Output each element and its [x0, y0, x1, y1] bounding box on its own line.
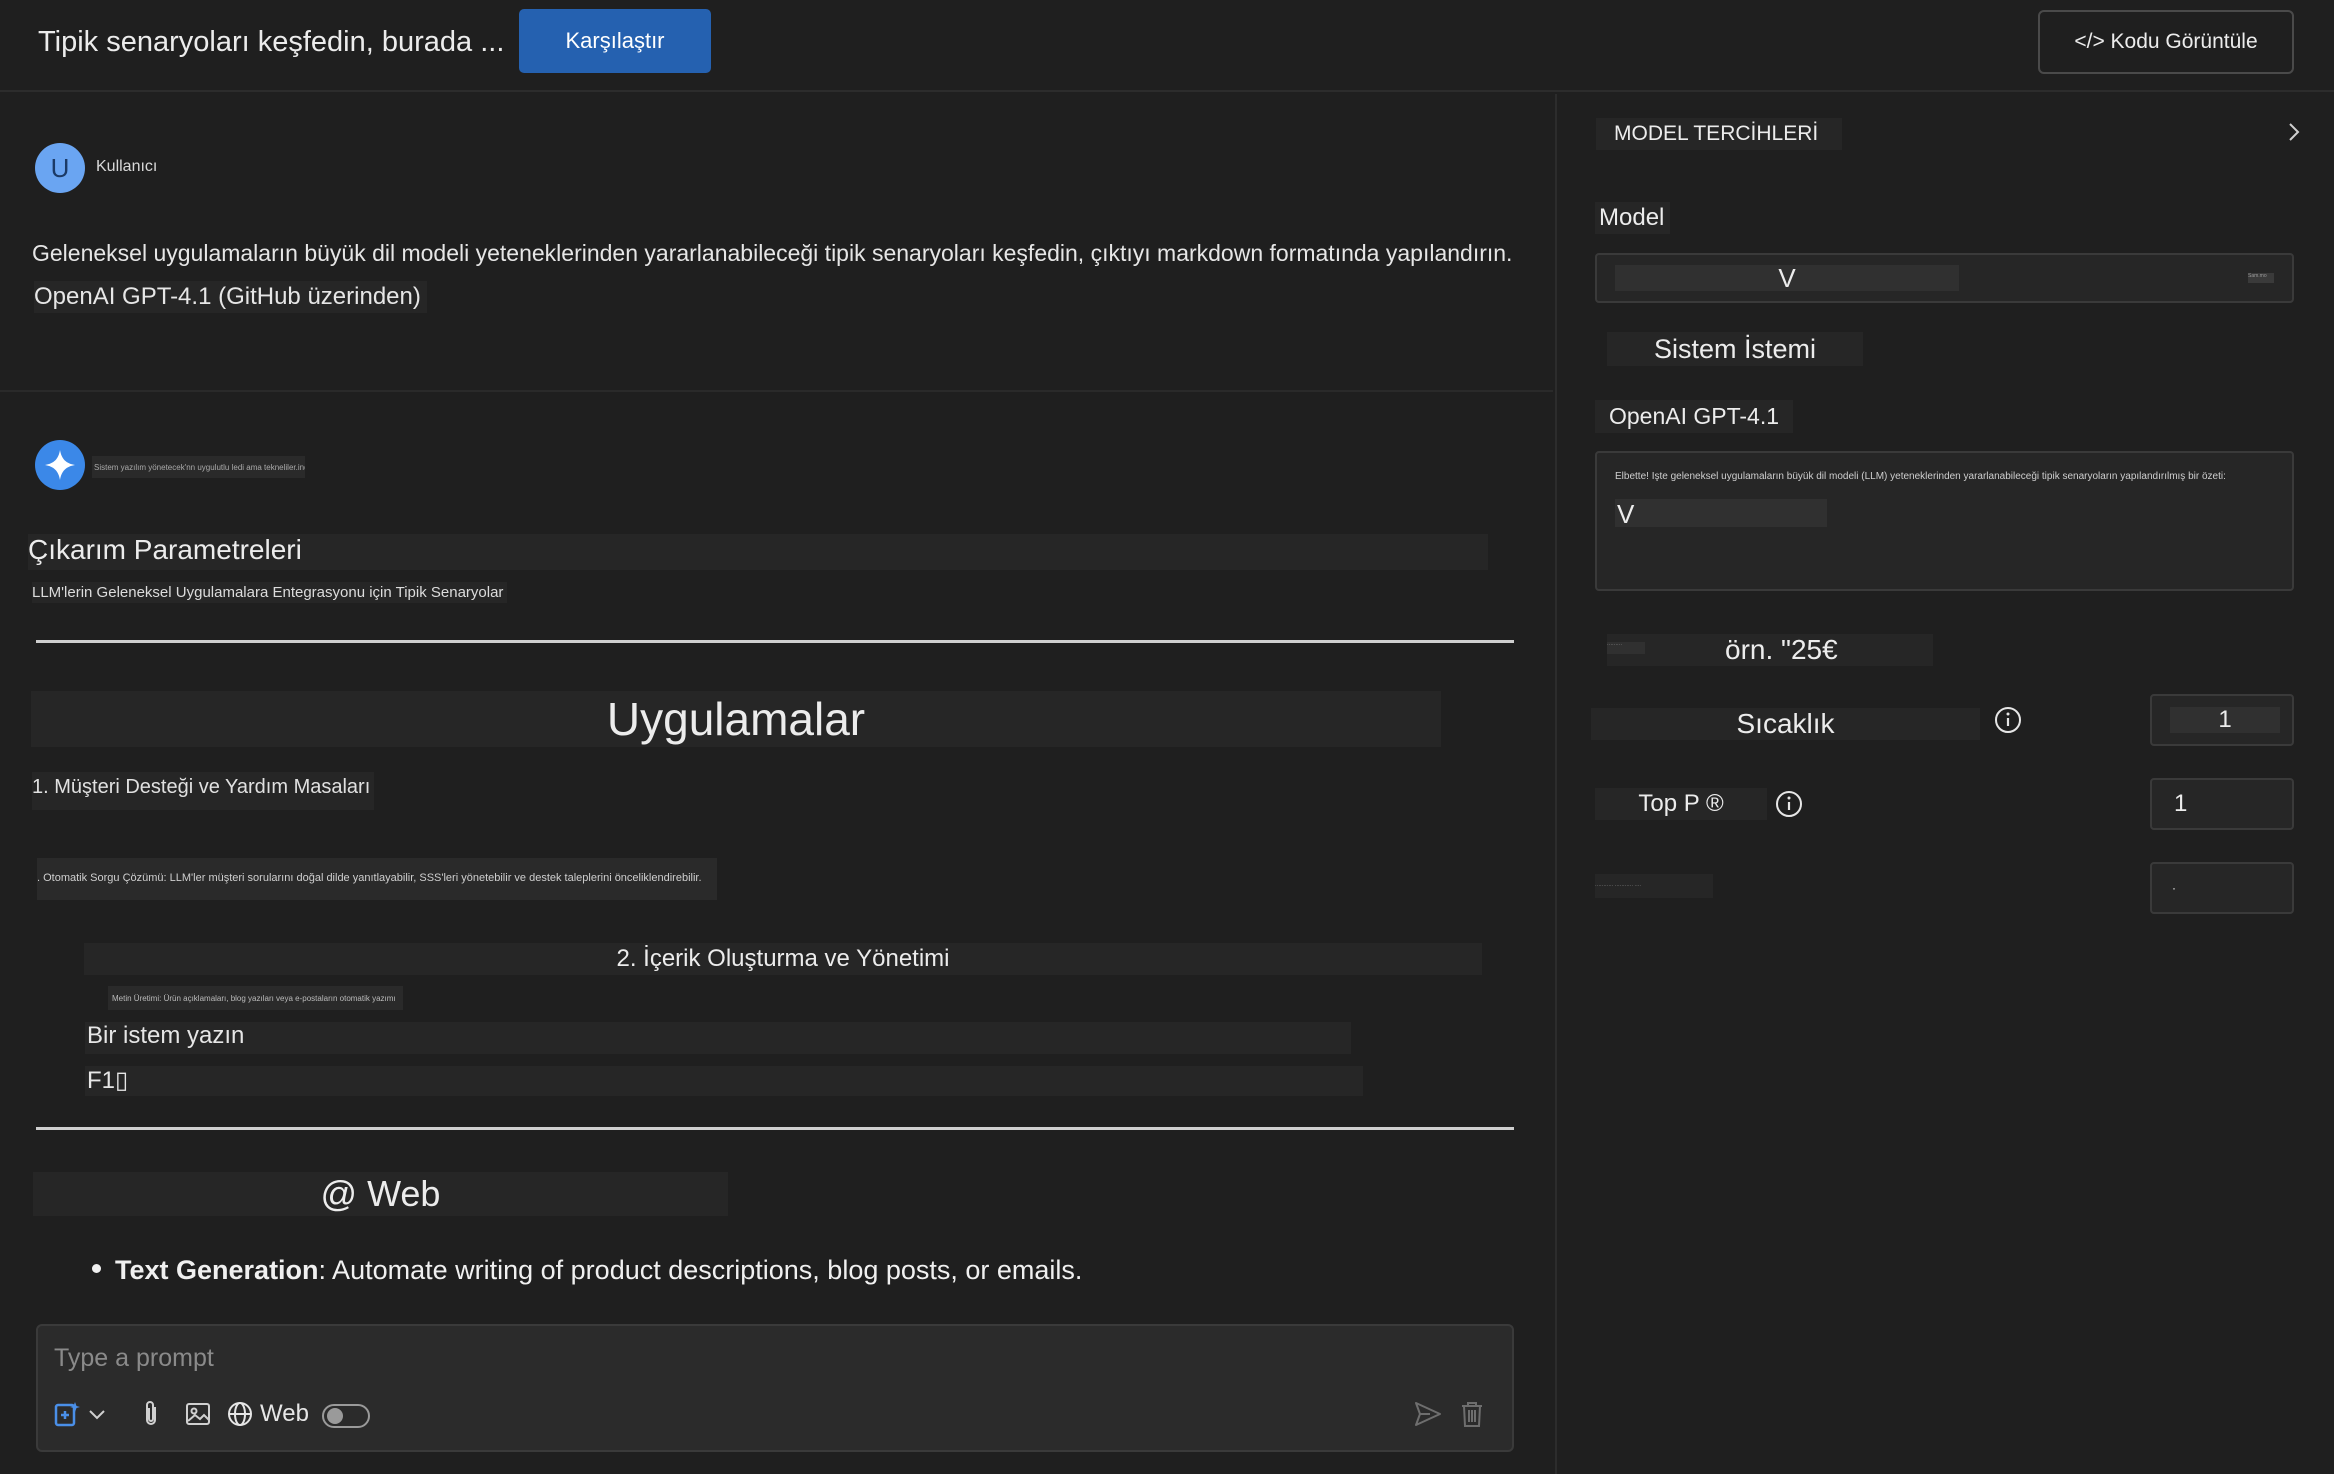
model-label: Model: [1595, 202, 1671, 234]
max-tokens-label: ··········· ··········· ····: [1595, 874, 1713, 898]
attach-button[interactable]: [138, 1396, 164, 1432]
user-message: Geleneksel uygulamaların büyük dil model…: [32, 240, 1513, 266]
list-item-description: . Otomatik Sorgu Çözümü: LLM'ler müşteri…: [37, 858, 717, 900]
prompt-template-dropdown[interactable]: [52, 1396, 108, 1432]
model-source-label: OpenAI GPT-4.1 (GitHub üzerinden): [34, 281, 427, 313]
web-search-toggle-label[interactable]: Web: [226, 1396, 309, 1432]
content-generation-heading: 2. İçerik Oluşturma ve Yönetimi: [84, 943, 1482, 975]
prompt-instruction-text: Bir istem yazın: [85, 1022, 1351, 1054]
top-p-input[interactable]: 1: [2150, 778, 2294, 830]
sparkle-icon: [45, 450, 75, 480]
temperature-label: Sıcaklık: [1591, 708, 1980, 740]
info-icon[interactable]: [1775, 790, 1803, 818]
system-prompt-text: Elbette! İşte geleneksel uygulamaların b…: [1615, 471, 2226, 482]
system-prompt-field[interactable]: Elbette! İşte geleneksel uygulamaların b…: [1595, 451, 2294, 591]
send-icon[interactable]: [1412, 1398, 1444, 1430]
model-name-label: OpenAI GPT-4.1: [1595, 400, 1794, 433]
chevron-down-icon[interactable]: [86, 1403, 108, 1425]
model-select-badge: Sam.mo: [2248, 273, 2274, 283]
model-select[interactable]: V Sam.mo: [1595, 253, 2294, 303]
assistant-avatar: [35, 440, 85, 490]
user-avatar: U: [35, 143, 85, 193]
applications-heading: Uygulamalar: [31, 691, 1441, 747]
view-code-button[interactable]: </> Kodu Görüntüle: [2038, 10, 2294, 74]
integration-subtitle: LLM'lerin Geleneksel Uygulamalara Entegr…: [32, 582, 508, 603]
horizontal-rule: [36, 1127, 1514, 1130]
example-hint-label: ·········: [1607, 642, 1645, 654]
list-item-description: Metin Üretimi: Ürün açıklamaları, blog y…: [108, 986, 403, 1010]
top-p-label: Top P ®: [1595, 788, 1767, 820]
preferences-title: MODEL TERCİHLERİ: [1596, 118, 1843, 150]
model-select-value: V: [1615, 265, 1959, 291]
prompt-input[interactable]: [54, 1340, 1474, 1376]
clear-button[interactable]: [1458, 1396, 1486, 1432]
example-hint: ········· örn. "25€: [1607, 634, 1933, 666]
compare-button[interactable]: Karşılaştır: [519, 9, 711, 73]
top-bar: Tipik senaryoları keşfedin, burada ... K…: [0, 0, 2334, 92]
inference-parameters-heading: Çıkarım Parametreleri: [28, 534, 1488, 570]
horizontal-rule: [36, 640, 1514, 643]
system-prompt-label: Sistem İstemi: [1607, 332, 1863, 366]
list-item: Text Generation: Automate writing of pro…: [92, 1255, 1082, 1286]
info-icon[interactable]: [1994, 706, 2022, 734]
conversation-title: Tipik senaryoları keşfedin, burada ...: [38, 26, 505, 58]
bullet-text: : Automate writing of product descriptio…: [318, 1255, 1083, 1285]
globe-icon[interactable]: [226, 1400, 254, 1428]
image-button[interactable]: [184, 1396, 212, 1432]
top-p-value: 1: [2174, 790, 2188, 817]
trash-icon[interactable]: [1458, 1399, 1486, 1429]
paperclip-icon[interactable]: [138, 1399, 164, 1429]
example-hint-text: örn. "25€: [1725, 634, 1838, 665]
max-tokens-input[interactable]: ·: [2150, 862, 2294, 914]
temperature-value: 1: [2170, 707, 2280, 733]
web-toggle[interactable]: [322, 1404, 370, 1428]
web-heading: @ Web: [33, 1172, 728, 1216]
add-prompt-icon[interactable]: [52, 1399, 82, 1429]
list-item-customer-support: 1. Müşteri Desteği ve Yardım Masaları: [32, 772, 375, 810]
chevron-right-icon[interactable]: [2280, 118, 2308, 146]
temperature-input[interactable]: 1: [2150, 694, 2294, 746]
prompt-composer: Web: [36, 1324, 1514, 1452]
web-label: Web: [260, 1400, 309, 1427]
f1-text: F1▯: [85, 1066, 1363, 1096]
user-label: Kullanıcı: [96, 158, 158, 175]
max-tokens-value: ·: [2172, 881, 2176, 895]
assistant-status-text: Sistem yazılım yönetecek'nn uygulutlu le…: [92, 456, 305, 478]
bullet-bold-text: Text Generation: [115, 1255, 319, 1285]
bullet-icon: [92, 1264, 101, 1274]
message-divider: [0, 390, 1553, 392]
image-icon[interactable]: [184, 1400, 212, 1428]
send-button[interactable]: [1412, 1396, 1444, 1432]
system-prompt-value: V: [1615, 499, 1827, 529]
